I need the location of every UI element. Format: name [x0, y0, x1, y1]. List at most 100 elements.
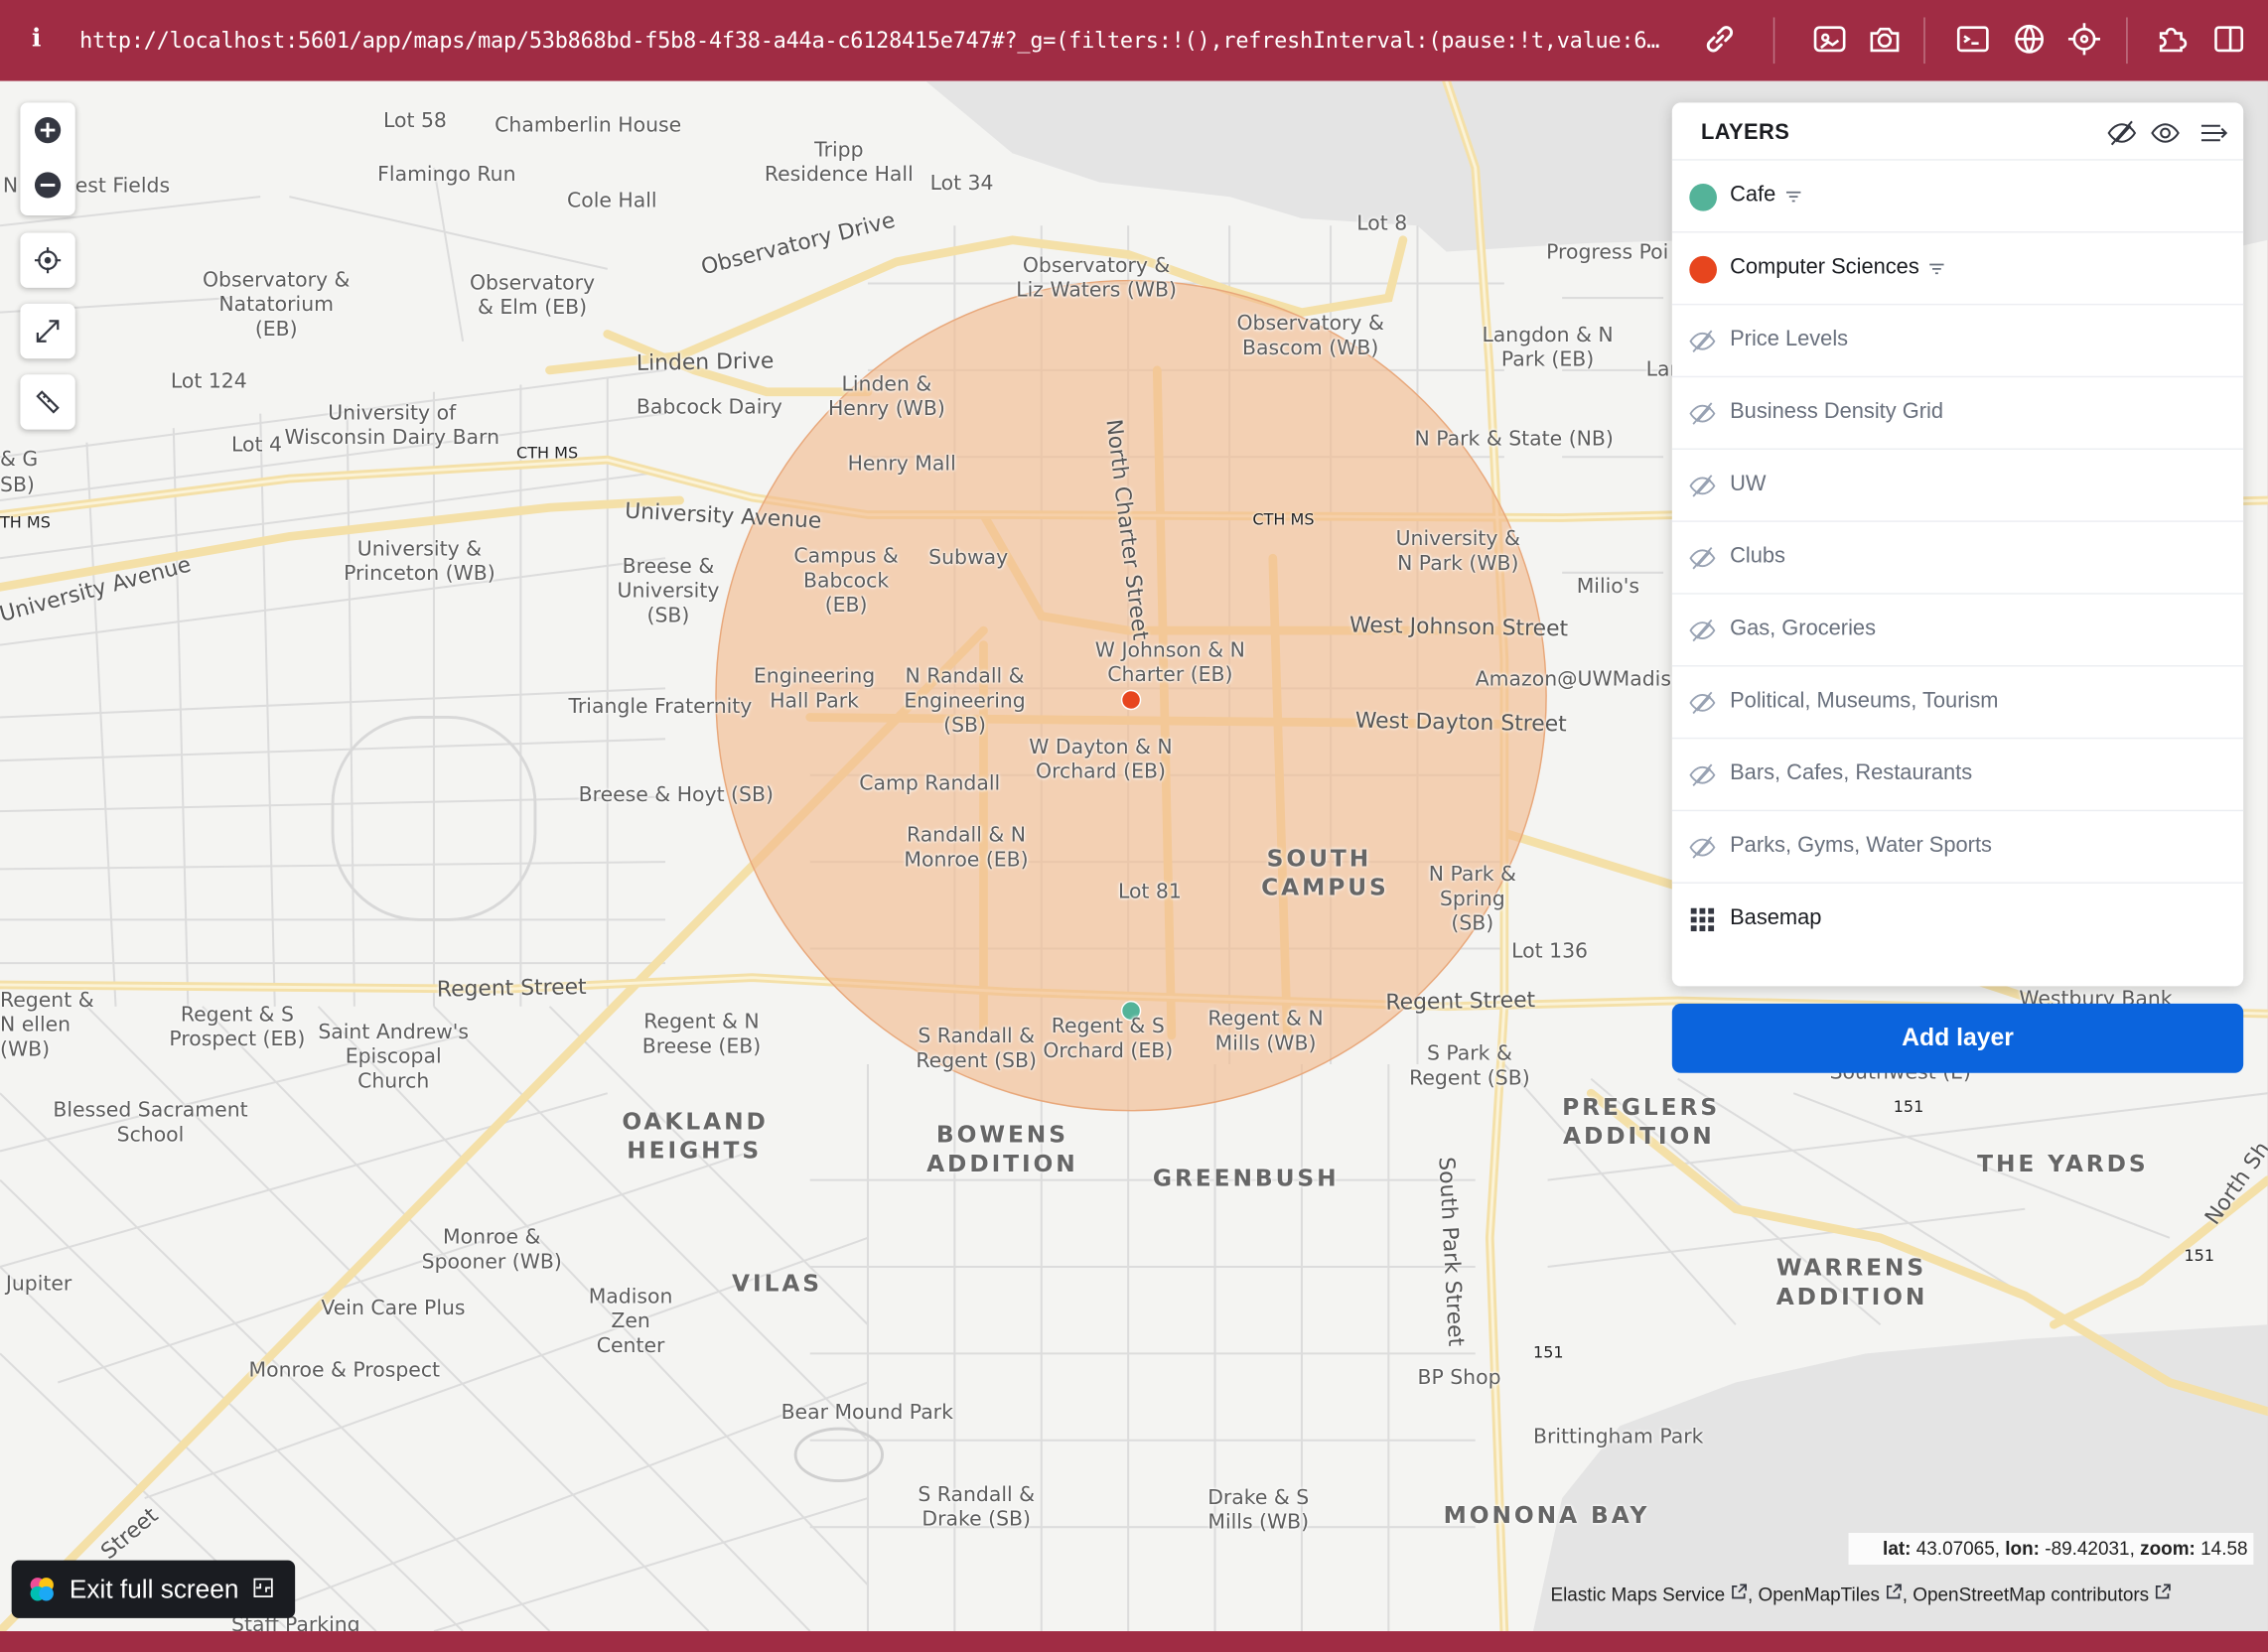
map-label: Milio's [1576, 575, 1640, 600]
camera-icon[interactable] [1866, 20, 1904, 58]
map-label: Observatory & Natatorium (EB) [202, 268, 351, 342]
neighborhood-label: PREGLERS ADDITION [1562, 1093, 1721, 1150]
exit-fullscreen-label: Exit full screen [69, 1574, 239, 1603]
attribution-link-openmaptiles[interactable]: OpenMapTiles [1759, 1583, 1880, 1605]
map-label: Lot 58 [382, 109, 447, 134]
map-label: Cole Hall [566, 189, 657, 213]
zoom-out-icon[interactable] [20, 158, 74, 212]
map-label: Regent & N Breese (EB) [641, 1011, 762, 1059]
map-label: Amazon@UWMadiso [1475, 667, 1684, 692]
browser-window: i http://localhost:5601/app/maps/map/53b… [0, 0, 2268, 1652]
map-label: Vein Care Plus [321, 1297, 466, 1320]
collapse-panel-icon[interactable] [2198, 117, 2230, 149]
layer-name: UW [1730, 471, 1767, 496]
add-layer-button[interactable]: Add layer [1671, 1003, 2244, 1073]
map-label: Drake & S Mills (WB) [1207, 1486, 1310, 1535]
layer-name: Computer Sciences [1730, 254, 1919, 280]
map-label: S Randall & Drake (SB) [918, 1483, 1036, 1532]
terminal-icon[interactable] [1954, 20, 1992, 58]
browser-toolbar: i http://localhost:5601/app/maps/map/53b… [0, 0, 2268, 81]
show-all-icon[interactable] [2150, 117, 2182, 149]
neighborhood-label: OAKLAND HEIGHTS [622, 1107, 769, 1165]
layer-item-basemap[interactable]: Basemap [1671, 882, 2244, 956]
road-label: West Johnson Street [1348, 612, 1569, 642]
eye-closed-icon [1688, 327, 1717, 355]
layer-name: Political, Museums, Tourism [1730, 688, 1999, 714]
crosshair-icon[interactable] [2065, 20, 2103, 58]
neighborhood-label: BOWENS ADDITION [926, 1120, 1078, 1177]
layer-item-bars-cafes-restaurants[interactable]: Bars, Cafes, Restaurants [1671, 737, 2244, 811]
eye-closed-icon [1688, 688, 1717, 717]
map-label: Regent & S Prospect (EB) [169, 1003, 306, 1051]
layer-item-clubs[interactable]: Clubs [1671, 520, 2244, 594]
map-attribution: Elastic Maps Service , OpenMapTiles , Op… [1550, 1580, 2244, 1611]
info-icon[interactable]: i [32, 25, 41, 54]
globe-icon[interactable] [2011, 20, 2049, 58]
screenshot-icon[interactable] [1811, 20, 1849, 58]
map-label: Lot 8 [1356, 212, 1408, 236]
attribution-link-osm[interactable]: OpenStreetMap contributors [1913, 1583, 2149, 1605]
road-label: Regent Street [1385, 986, 1536, 1016]
layer-item-uw[interactable]: UW [1671, 448, 2244, 522]
layer-item-business-density-grid[interactable]: Business Density Grid [1671, 375, 2244, 450]
layer-item-parks-gyms-water-sports[interactable]: Parks, Gyms, Water Sports [1671, 809, 2244, 884]
neighborhood-label: WARRENS ADDITION [1775, 1253, 1928, 1310]
layer-item-gas-groceries[interactable]: Gas, Groceries [1671, 593, 2244, 666]
external-link-icon [2154, 1583, 2172, 1605]
map-label: Lot 136 [1511, 939, 1589, 964]
map-label: Monroe & Spooner (WB) [421, 1226, 562, 1275]
hide-all-icon[interactable] [2106, 117, 2138, 149]
map-label: S Park & Regent (SB) [1409, 1042, 1530, 1091]
layer-name: Bars, Cafes, Restaurants [1730, 760, 1973, 785]
layer-name: Parks, Gyms, Water Sports [1730, 833, 1992, 858]
coordinate-readout: lat: 43.07065, lon: -89.42031, zoom: 14.… [1848, 1532, 2254, 1566]
map-label: N Park & Spring (SB) [1428, 863, 1516, 936]
attribution-link-ems[interactable]: Elastic Maps Service [1550, 1583, 1725, 1605]
measure-tool-icon[interactable] [20, 374, 74, 429]
map-label: University & Princeton (WB) [344, 537, 496, 586]
map-label: W Dayton & N Orchard (EB) [1029, 736, 1173, 784]
road-shield: 151 [1893, 1097, 1924, 1117]
road-shield: 151 [1532, 1343, 1564, 1363]
link-icon[interactable] [1701, 20, 1739, 58]
grid-icon [1688, 905, 1717, 934]
layer-name: Basemap [1730, 904, 1822, 930]
zoom-in-icon[interactable] [20, 102, 74, 157]
map-label: Lot 124 [170, 369, 247, 394]
external-link-icon [1885, 1583, 1903, 1605]
fit-bounds-icon[interactable] [20, 304, 74, 358]
map-label: Tripp Residence Hall [764, 138, 914, 187]
map-label: N Randall & Engineering (SB) [904, 665, 1026, 738]
map-label: Madison Zen Center [588, 1285, 673, 1358]
eye-closed-icon [1688, 760, 1717, 789]
map-canvas[interactable]: Lot 58 Chamberlin House Tripp Residence … [0, 80, 2268, 1632]
map-label: Regent & S Orchard (EB) [1043, 1015, 1174, 1063]
map-label: Engineering Hall Park [753, 665, 876, 714]
eye-closed-icon [1688, 833, 1717, 862]
layer-item-cafe[interactable]: Cafe [1671, 159, 2244, 232]
extensions-icon[interactable] [2154, 20, 2192, 58]
map-label: Breese & Hoyt (SB) [578, 783, 774, 807]
map-label: Camp Randall [859, 771, 1001, 796]
exit-fullscreen-button[interactable]: Exit full screen [11, 1560, 296, 1618]
computer-sciences-point [1120, 689, 1142, 711]
road-label: West Dayton Street [1354, 707, 1567, 738]
url-bar[interactable]: http://localhost:5601/app/maps/map/53b86… [79, 28, 1678, 54]
layer-item-political-museums-tourism[interactable]: Political, Museums, Tourism [1671, 665, 2244, 739]
layer-item-computer-sciences[interactable]: Computer Sciences [1671, 231, 2244, 305]
map-label: BP Shop [1417, 1366, 1501, 1390]
map-label: Blessed Sacrament School [53, 1099, 248, 1148]
map-label: Lot 81 [1117, 881, 1182, 904]
map-label: Lot 4 [231, 433, 282, 458]
sidebar-icon[interactable] [2210, 20, 2248, 58]
map-label: N Park & State (NB) [1414, 428, 1614, 452]
fit-bounds-control [20, 303, 75, 359]
layer-item-price-levels[interactable]: Price Levels [1671, 303, 2244, 377]
locate-icon[interactable] [20, 233, 74, 288]
map-label: Flamingo Run [377, 163, 516, 187]
kibana-logo-icon [28, 1575, 57, 1603]
road-label: Linden Drive [636, 347, 775, 376]
map-label: Observatory & Liz Waters (WB) [1016, 254, 1177, 303]
map-label: SB) [0, 474, 35, 498]
neighborhood-label: MONONA BAY [1443, 1500, 1650, 1529]
